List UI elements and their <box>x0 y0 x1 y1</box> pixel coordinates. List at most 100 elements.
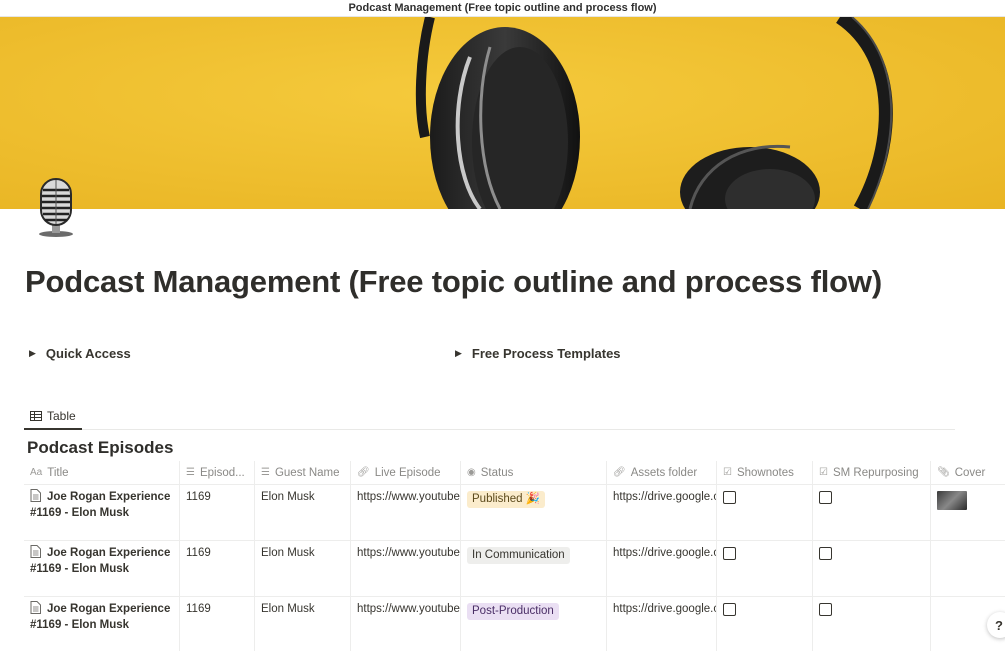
shownotes-cell <box>717 485 813 540</box>
column-header-label: Live Episode <box>374 466 441 479</box>
caret-right-icon[interactable]: ▶ <box>455 348 462 359</box>
paperclip-icon: 📎︎ <box>937 467 950 478</box>
episode-title: Joe Rogan Experience #1169 - Elon Musk <box>30 547 171 575</box>
page-title[interactable]: Podcast Management (Free topic outline a… <box>25 264 882 300</box>
cover-cell[interactable] <box>931 485 1005 540</box>
sm-repurposing-cell <box>813 597 931 651</box>
guest-name: Elon Musk <box>261 603 315 615</box>
episode-number: 1169 <box>186 603 211 615</box>
column-header-label: Episod... <box>199 466 245 479</box>
live-episode-url: https://www.youtube.com <box>357 547 460 559</box>
toggle-label: Quick Access <box>45 346 131 361</box>
column-header-sm-repurposing[interactable]: ☑ SM Repurposing <box>813 461 931 484</box>
column-header-label: Assets folder <box>630 466 698 479</box>
database-title[interactable]: Podcast Episodes <box>27 438 173 458</box>
toggle-label: Free Process Templates <box>471 346 621 361</box>
episodes-table: Aa Title ☰ Episod... ☰ Guest Name 🔗︎ Liv… <box>24 461 1005 651</box>
assets-folder-link[interactable]: https://drive.google.com <box>607 541 717 596</box>
episode-number-cell[interactable]: 1169 <box>180 597 255 651</box>
column-header-episode[interactable]: ☰ Episod... <box>180 461 255 484</box>
shownotes-cell <box>717 541 813 596</box>
live-episode-link[interactable]: https://www.youtube.com <box>351 485 461 540</box>
episode-title: Joe Rogan Experience #1169 - Elon Musk <box>30 491 171 519</box>
guest-name: Elon Musk <box>261 547 315 559</box>
status-badge: In Communication <box>467 547 570 564</box>
status-icon: ◉ <box>467 467 476 478</box>
text-aa-icon: Aa <box>30 467 43 478</box>
shownotes-checkbox[interactable] <box>723 491 736 504</box>
sm-repurposing-cell <box>813 541 931 596</box>
column-header-status[interactable]: ◉ Status <box>461 461 607 484</box>
title-cell[interactable]: Joe Rogan Experience #1169 - Elon Musk <box>24 541 180 596</box>
title-cell[interactable]: Joe Rogan Experience #1169 - Elon Musk <box>24 597 180 651</box>
guest-name-cell[interactable]: Elon Musk <box>255 485 351 540</box>
live-episode-link[interactable]: https://www.youtube.com <box>351 597 461 651</box>
table-header-row: Aa Title ☰ Episod... ☰ Guest Name 🔗︎ Liv… <box>24 461 1005 485</box>
microphone-icon[interactable] <box>32 176 80 238</box>
episode-number-cell[interactable]: 1169 <box>180 541 255 596</box>
assets-folder-url: https://drive.google.com <box>613 491 716 503</box>
guest-name-cell[interactable]: Elon Musk <box>255 597 351 651</box>
status-badge: Published 🎉 <box>467 491 546 508</box>
column-header-label: Status <box>480 466 514 479</box>
title-cell[interactable]: Joe Rogan Experience #1169 - Elon Musk <box>24 485 180 540</box>
column-header-label: SM Repurposing <box>832 466 919 479</box>
checkbox-icon: ☑ <box>819 467 828 478</box>
tab-label: Table <box>47 409 76 423</box>
table-icon <box>30 411 42 421</box>
column-header-label: Shownotes <box>736 466 794 479</box>
status-cell[interactable]: Post-Production <box>461 597 607 651</box>
guest-name: Elon Musk <box>261 491 315 503</box>
link-icon: 🔗︎ <box>613 467 626 478</box>
assets-folder-link[interactable]: https://drive.google.com <box>607 597 717 651</box>
assets-folder-url: https://drive.google.com <box>613 603 716 615</box>
toggle-quick-access[interactable]: ▶ Quick Access <box>29 346 131 361</box>
text-lines-icon: ☰ <box>261 467 270 478</box>
guest-name-cell[interactable]: Elon Musk <box>255 541 351 596</box>
document-icon <box>30 489 41 502</box>
episode-number-cell[interactable]: 1169 <box>180 485 255 540</box>
assets-folder-url: https://drive.google.com <box>613 547 716 559</box>
shownotes-checkbox[interactable] <box>723 547 736 560</box>
column-header-live-episode[interactable]: 🔗︎ Live Episode <box>351 461 461 484</box>
column-header-label: Cover <box>954 466 986 479</box>
cover-cell[interactable] <box>931 541 1005 596</box>
caret-right-icon[interactable]: ▶ <box>29 348 36 359</box>
live-episode-link[interactable]: https://www.youtube.com <box>351 541 461 596</box>
sm-repurposing-checkbox[interactable] <box>819 603 832 616</box>
document-icon <box>30 601 41 614</box>
cover-image[interactable] <box>0 17 1005 209</box>
sm-repurposing-checkbox[interactable] <box>819 491 832 504</box>
status-cell[interactable]: In Communication <box>461 541 607 596</box>
tab-table[interactable]: Table <box>24 404 82 430</box>
column-header-assets-folder[interactable]: 🔗︎ Assets folder <box>607 461 717 484</box>
headphones-cover-icon <box>0 17 1005 209</box>
status-cell[interactable]: Published 🎉 <box>461 485 607 540</box>
episode-title: Joe Rogan Experience #1169 - Elon Musk <box>30 603 171 631</box>
toggle-free-process-templates[interactable]: ▶ Free Process Templates <box>455 346 621 361</box>
column-header-guest[interactable]: ☰ Guest Name <box>255 461 351 484</box>
sm-repurposing-cell <box>813 485 931 540</box>
database-view-tabs: Table <box>24 404 955 430</box>
column-header-label: Title <box>47 466 69 479</box>
shownotes-checkbox[interactable] <box>723 603 736 616</box>
document-icon <box>30 545 41 558</box>
live-episode-url: https://www.youtube.com <box>357 491 460 503</box>
cover-thumbnail[interactable] <box>937 491 967 510</box>
table-row[interactable]: Joe Rogan Experience #1169 - Elon Musk 1… <box>24 541 1005 597</box>
checkbox-icon: ☑ <box>723 467 732 478</box>
assets-folder-link[interactable]: https://drive.google.com <box>607 485 717 540</box>
status-badge: Post-Production <box>467 603 559 620</box>
sm-repurposing-checkbox[interactable] <box>819 547 832 560</box>
column-header-cover[interactable]: 📎︎ Cover <box>931 461 1005 484</box>
shownotes-cell <box>717 597 813 651</box>
window-title-bar: Podcast Management (Free topic outline a… <box>0 0 1005 17</box>
column-header-title[interactable]: Aa Title <box>24 461 180 484</box>
text-lines-icon: ☰ <box>186 467 195 478</box>
episode-number: 1169 <box>186 547 211 559</box>
column-header-shownotes[interactable]: ☑ Shownotes <box>717 461 813 484</box>
table-row[interactable]: Joe Rogan Experience #1169 - Elon Musk 1… <box>24 597 1005 651</box>
table-row[interactable]: Joe Rogan Experience #1169 - Elon Musk 1… <box>24 485 1005 541</box>
column-header-label: Guest Name <box>274 466 340 479</box>
live-episode-url: https://www.youtube.com <box>357 603 460 615</box>
